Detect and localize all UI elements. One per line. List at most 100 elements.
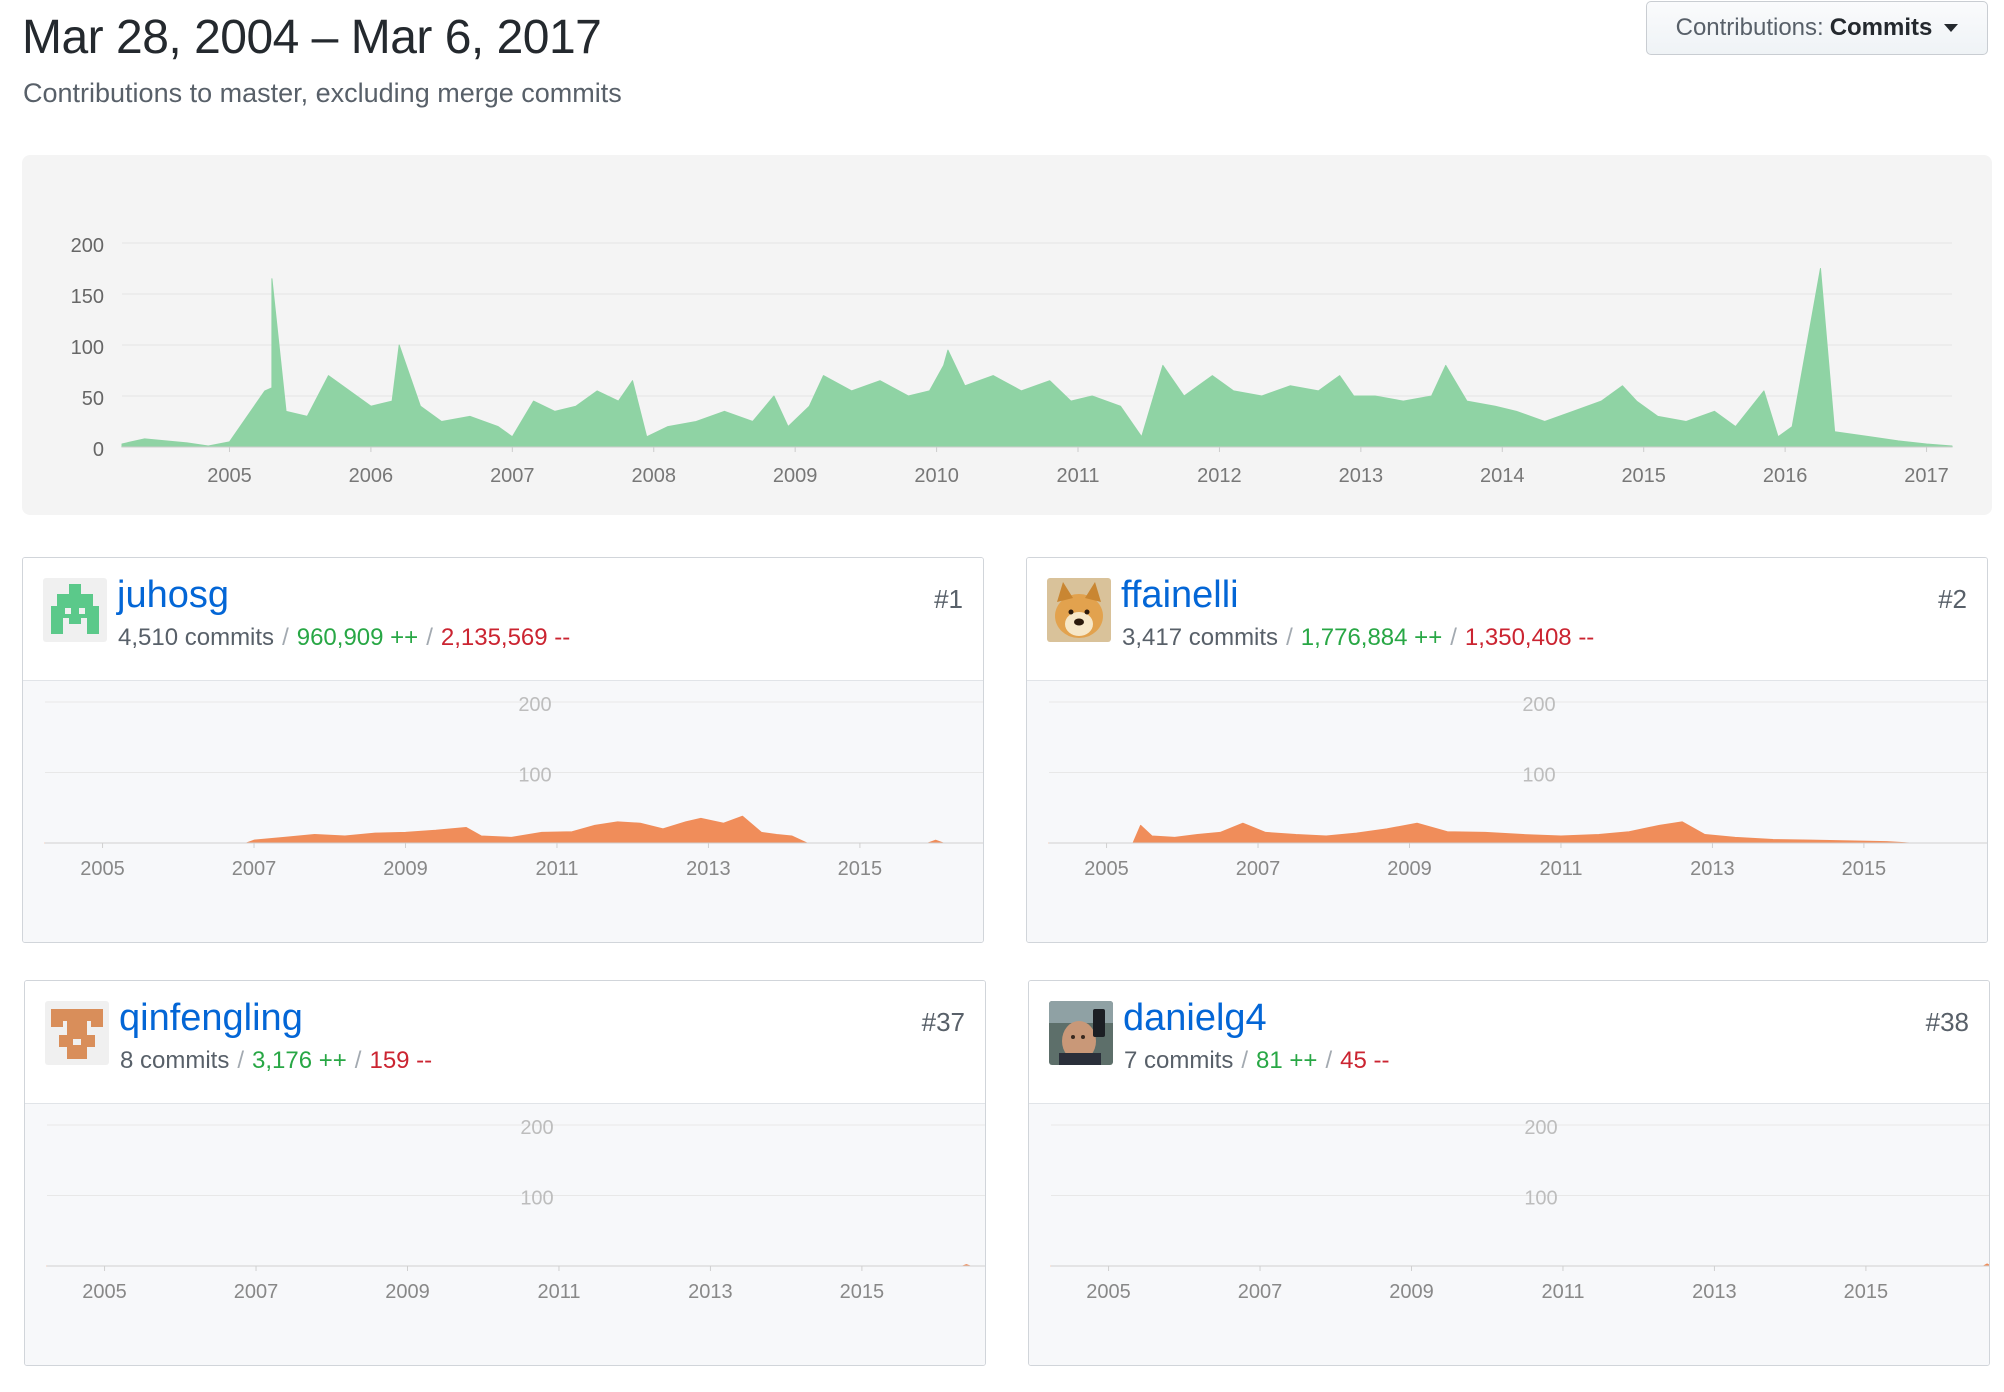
y-tick-label: 100: [518, 765, 551, 787]
y-tick-label: 100: [71, 337, 104, 359]
x-tick-label: 2011: [1057, 465, 1100, 487]
commit-count: 8 commits: [120, 1047, 230, 1074]
commit-count: 3,417 commits: [1122, 624, 1279, 651]
x-tick-label: 2013: [688, 1281, 733, 1303]
contributor-chart: 2001002005200720092011201320152017: [1029, 1104, 1989, 1365]
deletions-count: 159 --: [369, 1047, 433, 1074]
x-tick-label: 2005: [1086, 1281, 1131, 1303]
contributor-stats: 8 commits / 3,176 ++ / 159 --: [120, 1047, 432, 1075]
identicon-green-icon: [43, 578, 107, 642]
caret-down-icon: [1944, 24, 1959, 32]
x-tick-label: 2013: [686, 858, 731, 880]
additions-count: 81 ++: [1256, 1047, 1318, 1074]
contributor-rank: #2: [1938, 584, 1967, 614]
x-tick-label: 2011: [1541, 1281, 1584, 1303]
x-tick-label: 2015: [1621, 465, 1666, 487]
contributor-card-header: juhosg #1 4,510 commits / 960,909 ++ / 2,135…: [23, 558, 983, 681]
page-title: Mar 28, 2004 – Mar 6, 2017: [22, 11, 602, 64]
y-tick-label: 100: [1522, 765, 1555, 787]
x-tick-label: 2009: [383, 858, 428, 880]
deletions-count: 1,350,408 --: [1464, 624, 1595, 651]
series-area: [121, 268, 1953, 448]
page-subtitle: Contributions to master, excluding merge…: [23, 78, 622, 108]
contributor-card: juhosg #1 4,510 commits / 960,909 ++ / 2,135…: [22, 557, 984, 943]
x-tick-label: 2007: [1238, 1281, 1283, 1303]
contributor-stats: 7 commits / 81 ++ / 45 --: [1124, 1047, 1389, 1075]
contributor-chart-svg: 2001002005200720092011201320152017: [44, 694, 983, 880]
identicon-orange-icon: [45, 1001, 109, 1065]
x-tick-label: 2015: [1844, 1281, 1889, 1303]
avatar[interactable]: [45, 1001, 109, 1065]
additions-count: 960,909 ++: [296, 624, 419, 651]
overall-chart-svg: 200 150 100 50 0 2005 2006 2007 2008 2009 2010 2011…: [71, 235, 1953, 487]
stats-separator: /: [1450, 624, 1457, 651]
contributor-username-link[interactable]: ffainelli: [1121, 574, 1239, 617]
filter-value: Commits: [1829, 14, 1933, 41]
contributor-rank: #38: [1925, 1007, 1969, 1037]
x-tick-label: 2005: [207, 465, 252, 487]
x-tick-label: 2011: [537, 1281, 580, 1303]
contributor-chart: 2001002005200720092011201320152017: [23, 681, 983, 942]
deletions-count: 2,135,569 --: [440, 624, 571, 651]
contributor-stats: 3,417 commits / 1,776,884 ++ / 1,350,408 --: [1122, 624, 1594, 652]
x-tick-label: 2009: [1389, 1281, 1434, 1303]
stats-separator: /: [426, 624, 433, 651]
selfie-photo-avatar: [1049, 1001, 1113, 1065]
filter-label: Contributions:: [1675, 14, 1824, 41]
avatar[interactable]: [1049, 1001, 1113, 1065]
y-tick-label: 150: [71, 286, 104, 308]
commit-count: 4,510 commits: [118, 624, 275, 651]
x-tick-label: 2013: [1690, 858, 1735, 880]
contributor-card-header: ffainelli #2 3,417 commits / 1,776,884 ++ /…: [1027, 558, 1987, 681]
contributor-username-link[interactable]: juhosg: [117, 574, 229, 617]
y-tick-label: 200: [1522, 694, 1555, 716]
doge-photo-avatar: [1047, 578, 1111, 642]
x-tick-label: 2010: [914, 465, 959, 487]
x-tick-label: 2009: [385, 1281, 430, 1303]
x-tick-label: 2005: [80, 858, 125, 880]
contributor-card-header: qinfengling #37 8 commits / 3,176 ++ / 159 -…: [25, 981, 985, 1104]
contributor-card: ffainelli #2 3,417 commits / 1,776,884 ++ /…: [1026, 557, 1988, 943]
x-tick-label: 2007: [234, 1281, 279, 1303]
avatar[interactable]: [1047, 578, 1111, 642]
x-tick-label: 2008: [631, 465, 676, 487]
y-tick-label: 200: [520, 1117, 553, 1139]
additions-count: 3,176 ++: [252, 1047, 347, 1074]
contributor-username-link[interactable]: danielg4: [1123, 997, 1267, 1040]
x-tick-label: 2013: [1692, 1281, 1737, 1303]
y-tick-label: 100: [520, 1188, 553, 1210]
contributor-chart-svg: 2001002005200720092011201320152017: [1050, 1117, 1989, 1303]
x-tick-label: 2005: [1084, 858, 1129, 880]
x-tick-label: 2016: [1763, 465, 1808, 487]
contributor-card: danielg4 #38 7 commits / 81 ++ / 45 -- 200 10…: [1028, 980, 1990, 1366]
x-tick-label: 2006: [349, 465, 394, 487]
contributor-stats: 4,510 commits / 960,909 ++ / 2,135,569 --: [118, 624, 570, 652]
x-tick-label: 2011: [1539, 858, 1582, 880]
y-tick-label: 0: [93, 439, 104, 461]
contributor-card-header: danielg4 #38 7 commits / 81 ++ / 45 --: [1029, 981, 1989, 1104]
x-tick-label: 2012: [1197, 465, 1242, 487]
stats-separator: /: [237, 1047, 245, 1074]
y-tick-label: 200: [71, 235, 104, 257]
contributor-chart-svg: 2001002005200720092011201320152017: [1048, 694, 1987, 880]
x-tick-label: 2007: [490, 465, 535, 487]
contributor-chart-svg: 2001002005200720092011201320152017: [46, 1117, 985, 1303]
overall-contributions-chart: 200 150 100 50 0 2005 2006 2007 2008 2009 2010 2011…: [22, 155, 1992, 515]
x-tick-label: 2009: [1387, 858, 1432, 880]
y-tick-label: 50: [82, 388, 104, 410]
x-tick-label: 2005: [82, 1281, 127, 1303]
series-area: [44, 815, 983, 844]
x-tick-label: 2015: [838, 858, 883, 880]
x-tick-label: 2015: [840, 1281, 885, 1303]
avatar[interactable]: [43, 578, 107, 642]
contributor-card: qinfengling #37 8 commits / 3,176 ++ / 159 -…: [24, 980, 986, 1366]
contributor-rank: #1: [934, 584, 963, 614]
stats-separator: /: [282, 624, 289, 651]
commit-count: 7 commits: [1124, 1047, 1234, 1074]
contributor-username-link[interactable]: qinfengling: [119, 997, 303, 1040]
contributions-filter-button[interactable]: Contributions: Commits: [1646, 1, 1988, 55]
additions-count: 1,776,884 ++: [1300, 624, 1443, 651]
stats-separator: /: [1325, 1047, 1333, 1074]
x-tick-label: 2007: [232, 858, 277, 880]
x-tick-label: 2015: [1842, 858, 1887, 880]
